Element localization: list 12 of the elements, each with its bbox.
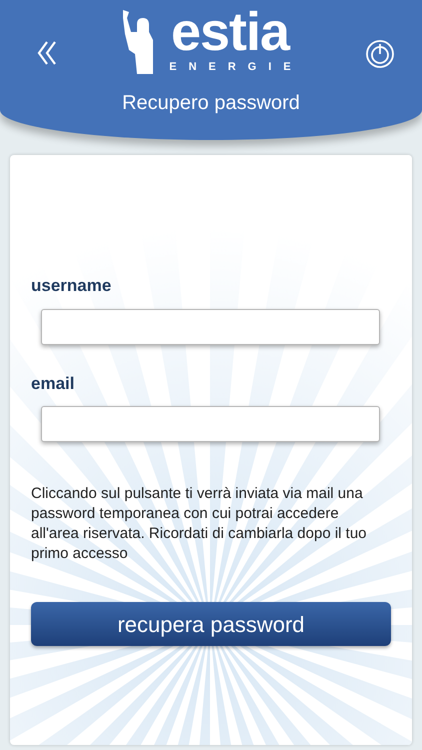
logo-wordmark: estia	[170, 4, 290, 60]
text-field[interactable]	[41, 406, 380, 442]
recover-password-button[interactable]: recupera password	[31, 602, 391, 646]
power-icon	[365, 39, 395, 69]
double-chevron-left-icon	[37, 40, 57, 66]
logo-tagline: ENERGIE	[169, 60, 303, 74]
text-field[interactable]	[41, 308, 380, 344]
page-title: Recupero password	[122, 91, 300, 116]
field-label: email	[31, 372, 76, 394]
field-label: username	[31, 275, 112, 297]
power-button[interactable]	[364, 38, 396, 70]
info-text: Cliccando sul pulsante ti verrà inviata via mail una password temporanea con cui potrai accedere all'area riservata. Ricordati di cambiarla dopo il tuo primo accesso	[31, 484, 368, 564]
